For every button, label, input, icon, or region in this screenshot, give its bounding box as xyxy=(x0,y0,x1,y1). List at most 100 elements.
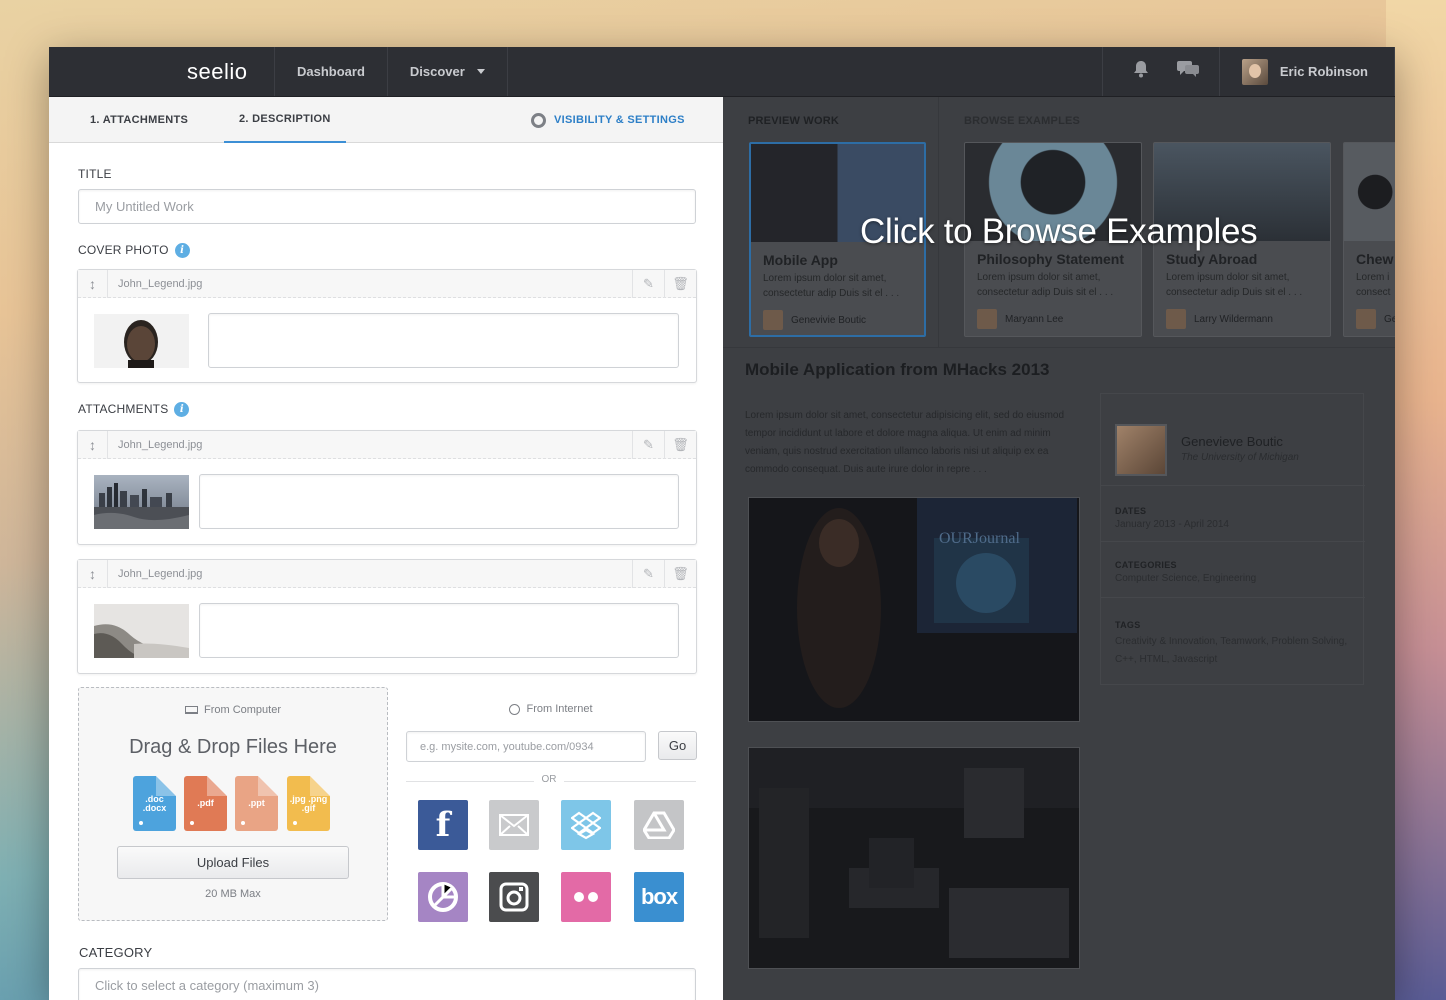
info-icon[interactable]: i xyxy=(174,243,190,259)
edit-icon[interactable]: ✎ xyxy=(632,559,664,588)
doc-file-icon: .doc .docx xyxy=(133,776,176,831)
logo[interactable]: seelio xyxy=(49,47,275,96)
tab-description-label: 2. DESCRIPTION xyxy=(239,113,331,125)
example-card-chew[interactable]: Chew Lorem i consect Ge xyxy=(1343,142,1395,337)
instagram-icon[interactable] xyxy=(489,872,539,922)
url-input[interactable]: e.g. mysite.com, youtube.com/0934 xyxy=(406,731,646,762)
example-author-name: Larry Wildermann xyxy=(1194,313,1273,325)
avatar xyxy=(1356,309,1376,329)
example-author: Ge xyxy=(1356,309,1395,329)
example-desc: Lorem i consect xyxy=(1356,272,1391,298)
author-school: The University of Michigan xyxy=(1181,452,1299,463)
from-internet-text: From Internet xyxy=(526,703,593,715)
attachment-thumbnail xyxy=(94,475,189,529)
attachment-filename: John_Legend.jpg xyxy=(118,567,203,580)
tags-row: TAGS Creativity & Innovation, Teamwork, … xyxy=(1101,598,1365,686)
preview-work-heading: PREVIEW WORK xyxy=(748,115,840,127)
bell-icon[interactable] xyxy=(1133,60,1149,83)
tags-heading: TAGS xyxy=(1115,620,1141,630)
attachments-label: ATTACHMENTS i xyxy=(78,402,190,418)
cover-filename: John_Legend.jpg xyxy=(118,277,203,290)
divider xyxy=(723,347,1395,348)
author-row: Genevieve Boutic The University of Michi… xyxy=(1101,394,1365,486)
gear-icon xyxy=(531,112,546,128)
picasa-icon[interactable] xyxy=(418,872,468,922)
edit-icon[interactable]: ✎ xyxy=(632,430,664,459)
cover-caption-input[interactable] xyxy=(208,313,679,368)
work-photo: OURJournal xyxy=(748,497,1080,722)
categories-value: Computer Science, Engineering xyxy=(1115,573,1257,584)
attachment-caption-input[interactable] xyxy=(199,474,679,529)
nav-dashboard[interactable]: Dashboard xyxy=(275,47,388,96)
example-title: Chew xyxy=(1356,251,1394,267)
dates-row: DATES January 2013 - April 2014 xyxy=(1101,486,1365,542)
nav-dashboard-label: Dashboard xyxy=(297,64,365,79)
url-placeholder: e.g. mysite.com, youtube.com/0934 xyxy=(420,740,594,753)
photo-slide-text: OURJournal xyxy=(939,530,1020,547)
attachments-label-text: ATTACHMENTS xyxy=(78,402,169,416)
nav-discover[interactable]: Discover xyxy=(388,47,508,96)
tab-visibility-label: VISIBILITY & SETTINGS xyxy=(554,114,685,126)
dropbox-icon[interactable] xyxy=(561,800,611,850)
dates-value: January 2013 - April 2014 xyxy=(1115,519,1229,530)
example-title: Mobile App xyxy=(763,252,838,268)
author-name: Genevieve Boutic xyxy=(1181,434,1283,449)
info-icon[interactable]: i xyxy=(174,402,190,418)
attachment-card: ↕ John_Legend.jpg ✎ 🗑 xyxy=(77,559,697,674)
google-drive-icon[interactable] xyxy=(634,800,684,850)
browse-examples-overlay[interactable]: Click to Browse Examples xyxy=(860,212,1258,252)
drag-drop-title: Drag & Drop Files Here xyxy=(129,736,337,758)
attachment-caption-input[interactable] xyxy=(199,603,679,658)
drag-handle-icon[interactable]: ↕ xyxy=(78,559,108,588)
preview-panel: PREVIEW WORK BROWSE EXAMPLES Mobile App … xyxy=(723,97,1395,1000)
globe-icon xyxy=(509,703,521,715)
box-icon[interactable]: box xyxy=(634,872,684,922)
tab-attachments[interactable]: 1. ATTACHMENTS xyxy=(90,97,188,143)
from-internet-label: From Internet xyxy=(406,703,696,715)
flickr-icon[interactable] xyxy=(561,872,611,922)
email-icon[interactable] xyxy=(489,800,539,850)
avatar xyxy=(763,310,783,330)
drag-handle-icon[interactable]: ↕ xyxy=(78,430,108,459)
trash-icon[interactable]: 🗑 xyxy=(664,430,696,459)
trash-icon[interactable]: 🗑 xyxy=(664,269,696,298)
category-select[interactable]: Click to select a category (maximum 3) xyxy=(78,968,696,1000)
from-computer-text: From Computer xyxy=(203,704,282,716)
top-nav: seelio Dashboard Discover Eric Robinson xyxy=(49,47,1395,97)
attachment-filename: John_Legend.jpg xyxy=(118,438,203,451)
work-meta: Genevieve Boutic The University of Michi… xyxy=(1100,393,1365,686)
upload-files-button[interactable]: Upload Files xyxy=(117,846,349,879)
cover-photo-label: COVER PHOTO i xyxy=(78,243,190,259)
go-button[interactable]: Go xyxy=(658,731,697,760)
tab-bar: 1. ATTACHMENTS 2. DESCRIPTION VISIBILITY… xyxy=(49,97,723,143)
edit-panel: 1. ATTACHMENTS 2. DESCRIPTION VISIBILITY… xyxy=(49,97,723,1000)
category-placeholder: Click to select a category (maximum 3) xyxy=(95,978,319,993)
edit-icon[interactable]: ✎ xyxy=(632,269,664,298)
example-author: Larry Wildermann xyxy=(1166,309,1273,329)
category-label: CATEGORY xyxy=(79,945,153,960)
ppt-file-icon: .ppt xyxy=(235,776,278,831)
trash-icon[interactable]: 🗑 xyxy=(664,559,696,588)
title-input[interactable]: My Untitled Work xyxy=(78,189,696,224)
chat-icon[interactable] xyxy=(1176,60,1199,83)
user-name: Eric Robinson xyxy=(1279,64,1368,79)
file-dropzone[interactable]: From Computer Drag & Drop Files Here .do… xyxy=(78,687,388,921)
cover-thumbnail xyxy=(94,314,189,368)
drag-handle-icon[interactable]: ↕ xyxy=(78,269,108,298)
work-title: Mobile Application from MHacks 2013 xyxy=(745,360,1050,379)
laptop-icon xyxy=(184,706,198,715)
app-window: seelio Dashboard Discover Eric Robinson … xyxy=(49,47,1395,1000)
facebook-icon[interactable]: f xyxy=(418,800,468,850)
tab-visibility-settings[interactable]: VISIBILITY & SETTINGS xyxy=(531,97,685,143)
categories-heading: CATEGORIES xyxy=(1115,560,1177,570)
avatar xyxy=(1166,309,1186,329)
work-description: Lorem ipsum dolor sit amet, consectetur … xyxy=(745,410,1065,475)
avatar xyxy=(977,309,997,329)
dates-heading: DATES xyxy=(1115,506,1147,516)
example-desc: Lorem ipsum dolor sit amet, consectetur … xyxy=(763,273,900,299)
user-menu[interactable]: Eric Robinson xyxy=(1220,47,1395,96)
categories-row: CATEGORIES Computer Science, Engineering xyxy=(1101,542,1365,598)
example-author-name: Maryann Lee xyxy=(1005,313,1064,325)
attachment-thumbnail xyxy=(94,604,189,658)
tab-description[interactable]: 2. DESCRIPTION xyxy=(224,97,346,143)
